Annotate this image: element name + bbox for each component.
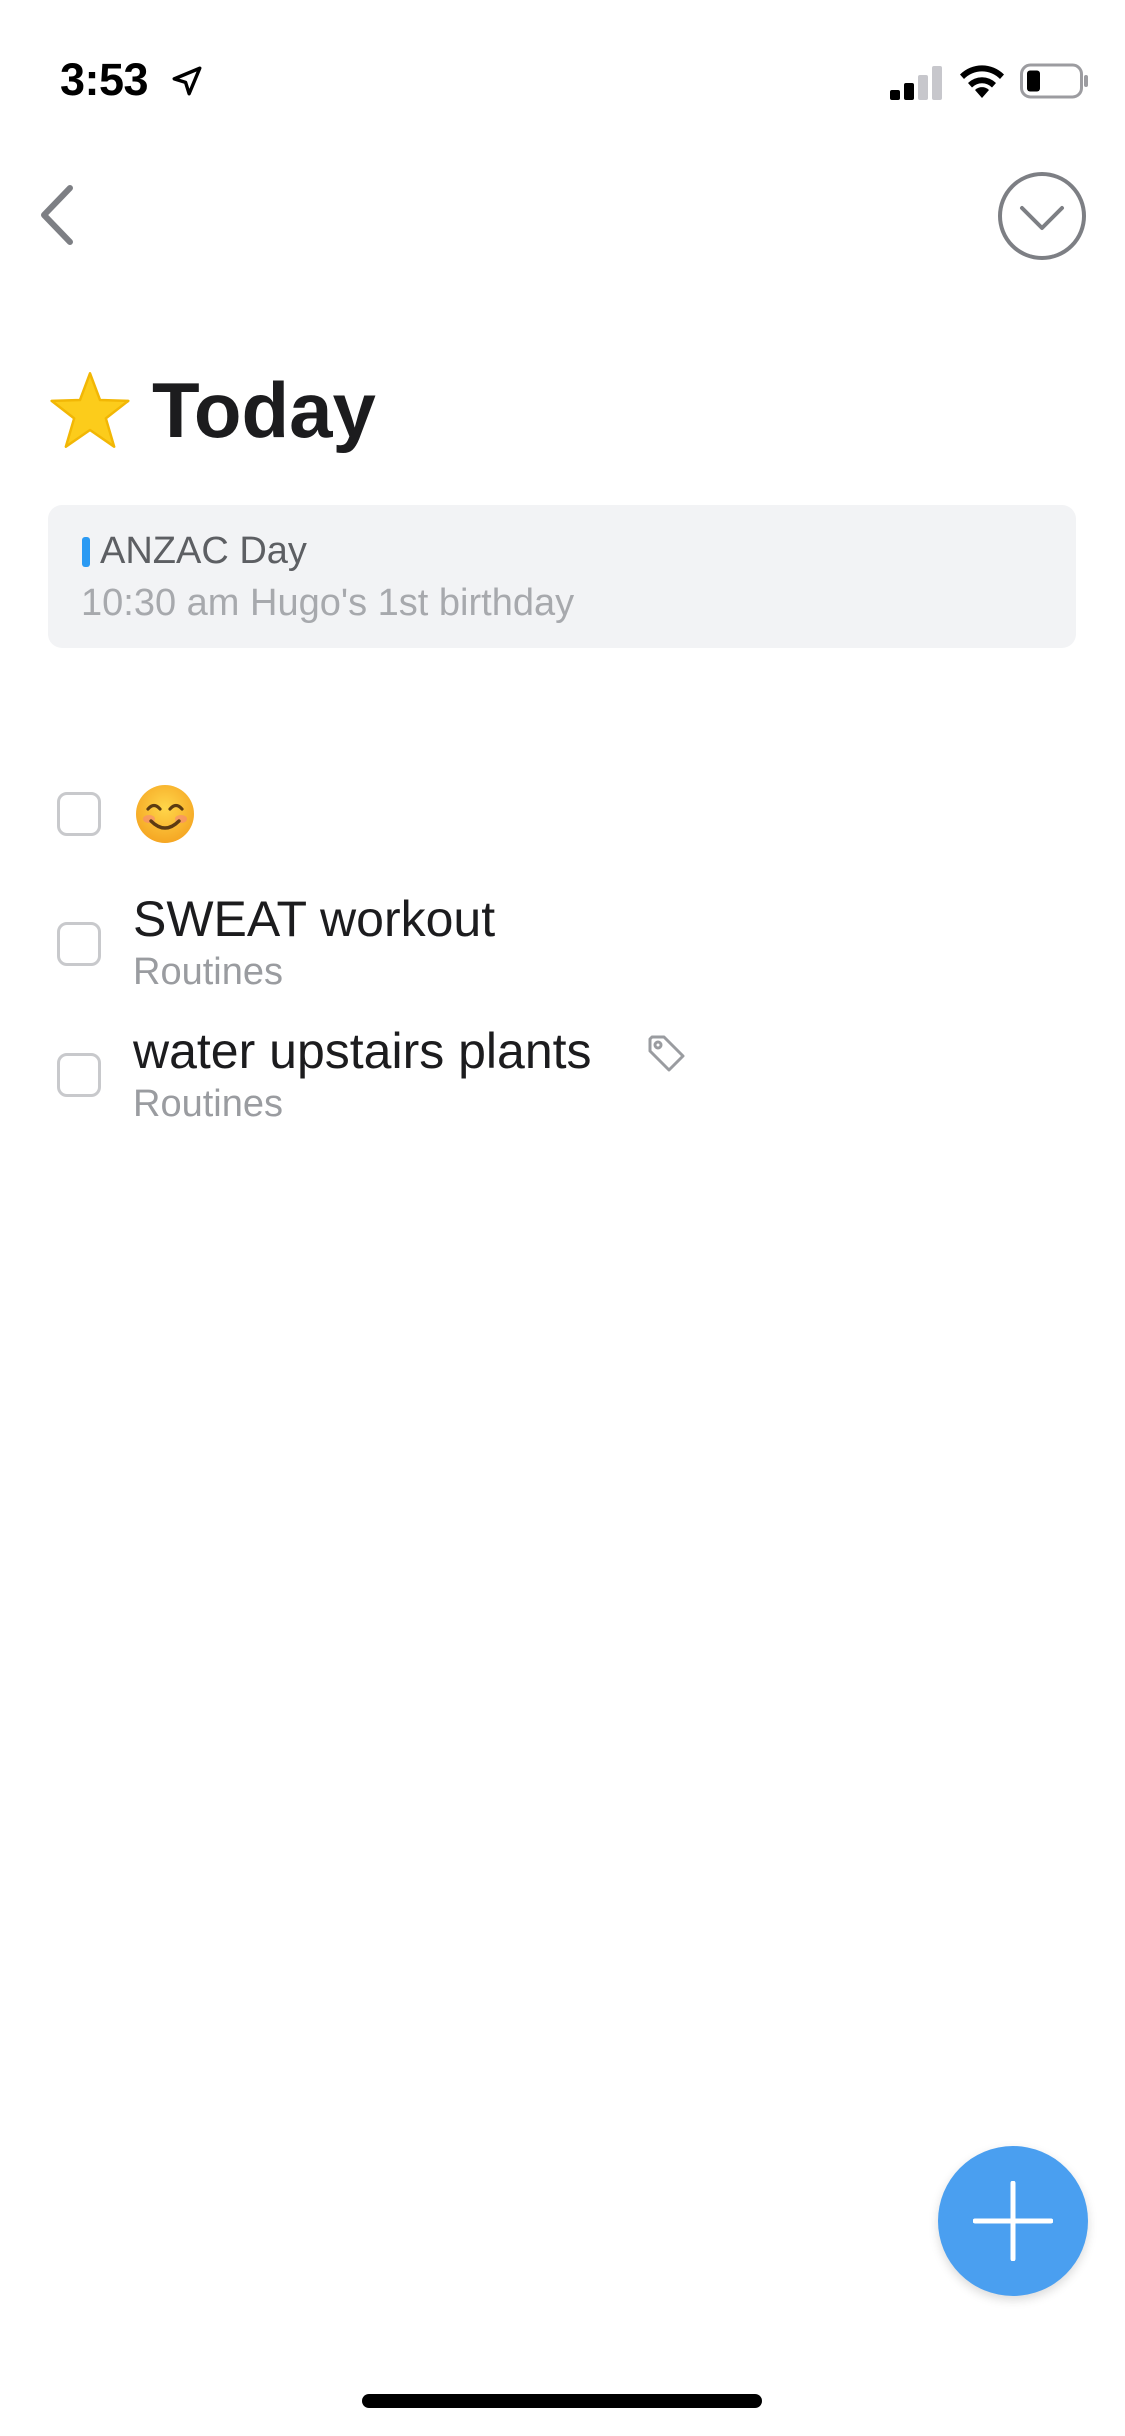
calendar-event-title: ANZAC Day [100,530,307,572]
add-task-button[interactable] [938,2146,1088,2296]
task-checkbox[interactable] [57,1053,101,1097]
task-title: water upstairs plants [133,1023,592,1079]
battery-icon [1020,63,1088,99]
back-button[interactable] [34,180,84,250]
page-title: Today [152,366,376,454]
home-indicator[interactable] [362,2394,762,2408]
status-time: 3:53 [60,54,149,105]
cellular-signal-icon [890,66,942,100]
task-item[interactable]: SWEAT workout Routines [0,885,1125,1005]
smiling-face-emoji [136,785,194,843]
calendar-event-detail: 10:30 am Hugo's 1st birthday [81,582,575,624]
task-list-name: Routines [133,1083,283,1125]
calendar-events-card[interactable]: ANZAC Day 10:30 am Hugo's 1st birthday [48,505,1076,648]
location-arrow-icon [172,66,202,96]
today-screen: 3:53 Today ANZAC Day 10:30 am Hugo's 1st… [0,0,1125,2436]
options-menu-button[interactable] [996,170,1088,262]
task-list-name: Routines [133,951,283,993]
calendar-color-bar [82,537,90,567]
task-item[interactable] [0,780,1125,870]
tag-icon [648,1035,685,1072]
star-icon [50,372,130,448]
task-title: SWEAT workout [133,891,496,947]
task-item[interactable]: water upstairs plants Routines [0,1017,1125,1137]
task-checkbox[interactable] [57,922,101,966]
task-checkbox[interactable] [57,792,101,836]
plus-icon [973,2181,1053,2261]
wifi-icon [960,65,1004,98]
